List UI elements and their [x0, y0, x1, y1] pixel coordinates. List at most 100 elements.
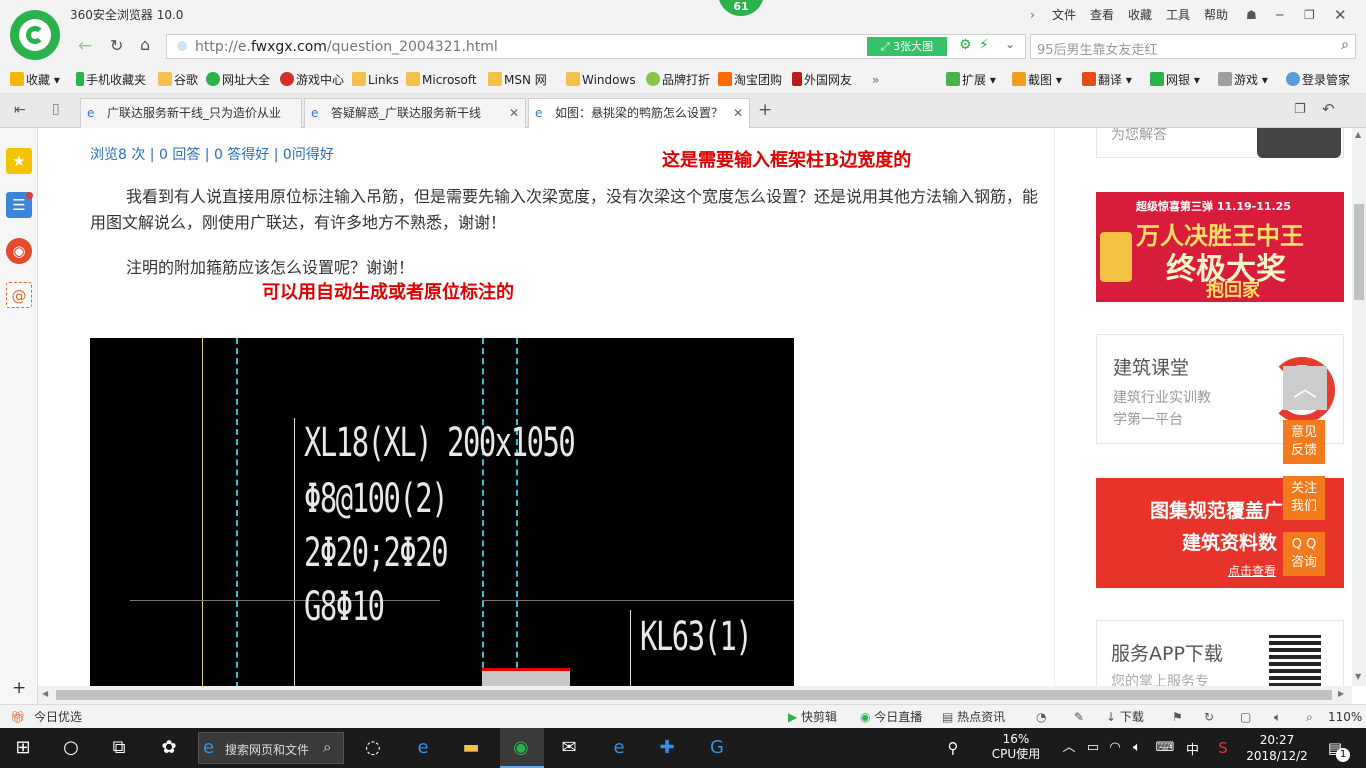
notification-badge[interactable]: 61: [718, 0, 764, 16]
hot-news-item[interactable]: ▤ 热点资讯: [942, 705, 1005, 729]
minimize-button[interactable]: ─: [1276, 0, 1283, 30]
close-tab-icon[interactable]: ✕: [728, 99, 743, 127]
ext-extensions[interactable]: 扩展 ▾: [946, 71, 996, 89]
back-button[interactable]: ←: [78, 36, 92, 56]
fan-app-icon[interactable]: ✿: [156, 736, 182, 760]
bookmark-google[interactable]: 谷歌: [158, 71, 198, 89]
search-box[interactable]: 95后男生靠女友走红 ⌕: [1030, 34, 1356, 59]
new-tab-button[interactable]: +: [758, 100, 772, 120]
bookmark-hao[interactable]: 网址大全: [206, 71, 270, 89]
address-bar[interactable]: http://e.fwxgx.com/question_2004321.html…: [166, 34, 1026, 59]
menu-view[interactable]: 查看: [1090, 0, 1114, 30]
tab-answers[interactable]: e 答疑解惑_广联达服务新干线 ✕: [304, 98, 526, 128]
zoom-level[interactable]: 110%: [1328, 705, 1362, 729]
people-icon[interactable]: ⚲: [940, 736, 966, 760]
scroll-right-arrow-icon[interactable]: ▶: [1338, 689, 1344, 698]
restore-tabs-icon[interactable]: ❐: [1294, 102, 1306, 117]
quick-edit-item[interactable]: ▶ 快剪辑: [788, 705, 837, 729]
tab-list-toggle-icon[interactable]: ⇤: [14, 102, 26, 118]
mail-at-icon[interactable]: @: [6, 282, 32, 308]
more-bookmarks-icon[interactable]: »: [872, 71, 879, 89]
bookmark-game-center[interactable]: 游戏中心: [280, 71, 344, 89]
ime-indicator[interactable]: 中: [1186, 739, 1199, 758]
scroll-left-arrow-icon[interactable]: ◀: [42, 689, 48, 698]
lightning-icon[interactable]: ⚡: [979, 37, 989, 53]
task-view-icon[interactable]: ⧉: [106, 736, 132, 760]
close-button[interactable]: ✕: [1334, 0, 1347, 30]
menu-favorites[interactable]: 收藏: [1128, 0, 1152, 30]
mail-icon[interactable]: ✉: [556, 736, 582, 760]
ext-translate[interactable]: 翻译 ▾: [1082, 71, 1132, 89]
qq-consult-button[interactable]: Q Q 咨询: [1283, 532, 1325, 576]
search-icon[interactable]: ⌕: [1341, 37, 1349, 53]
close-tab-icon[interactable]: ✕: [509, 99, 519, 127]
sogou-icon[interactable]: S: [1210, 736, 1236, 760]
scroll-up-arrow-icon[interactable]: ▲: [1355, 130, 1361, 139]
download-item[interactable]: ↓ 下载: [1106, 705, 1144, 729]
ext-screenshot[interactable]: 截图 ▾: [1012, 71, 1062, 89]
bookmark-msn[interactable]: MSN 网: [488, 71, 547, 89]
home-button[interactable]: ⌂: [140, 35, 150, 54]
live-item[interactable]: ◉ 今日直播: [860, 705, 922, 729]
ext-banking[interactable]: 网银 ▾: [1150, 71, 1200, 89]
refresh-button[interactable]: ↻: [110, 36, 123, 55]
bookmark-mobile[interactable]: 手机收藏夹: [76, 71, 146, 89]
undo-close-icon[interactable]: ↶: [1322, 100, 1335, 118]
plus-app-icon[interactable]: ✚: [654, 736, 680, 760]
weibo-icon[interactable]: ◉: [6, 238, 32, 264]
bookmark-links[interactable]: Links: [352, 71, 399, 89]
flag-icon[interactable]: ⚑: [1172, 705, 1183, 729]
bookmark-favorites[interactable]: 收藏 ▾: [10, 71, 60, 89]
refresh-status-icon[interactable]: ↻: [1204, 705, 1214, 729]
maximize-button[interactable]: ❐: [1304, 0, 1315, 30]
clock[interactable]: 20:27 2018/12/2: [1240, 732, 1314, 764]
big-image-button[interactable]: ⤢ 3张大图: [867, 37, 947, 56]
file-explorer-icon[interactable]: ▬: [458, 736, 484, 760]
windows-start-icon[interactable]: ⊞: [10, 736, 36, 760]
add-sidebar-item-icon[interactable]: +: [12, 678, 26, 698]
bookmark-taobao[interactable]: 淘宝团购: [718, 71, 782, 89]
follow-us-button[interactable]: 关注 我们: [1283, 476, 1325, 520]
vertical-scrollbar[interactable]: ▲ ▼: [1352, 128, 1366, 686]
dropdown-icon[interactable]: ⌄: [1005, 37, 1015, 51]
back-to-top-button[interactable]: ︿: [1283, 366, 1327, 410]
tab-guanglianda[interactable]: e 广联达服务新干线_只为造价从业: [80, 98, 302, 128]
chevron-right-icon[interactable]: ›: [1030, 0, 1035, 30]
bookmark-microsoft[interactable]: Microsoft: [406, 71, 477, 89]
menu-tools[interactable]: 工具: [1166, 0, 1190, 30]
bookmark-brand-discount[interactable]: 品牌打折: [646, 71, 710, 89]
ie-icon[interactable]: e: [410, 736, 436, 760]
horizontal-scroll-thumb[interactable]: [56, 690, 1332, 700]
window-icon[interactable]: ▢: [1240, 705, 1251, 729]
speaker-icon[interactable]: 🔈︎: [1124, 736, 1150, 760]
zoom-icon[interactable]: ⌕: [1306, 705, 1313, 729]
ad-app-download[interactable]: 服务APP下载 您的掌上服务专: [1096, 620, 1344, 686]
ext-games[interactable]: 游戏 ▾: [1218, 71, 1268, 89]
skin-icon[interactable]: ☗: [1246, 0, 1257, 30]
scroll-down-arrow-icon[interactable]: ▼: [1355, 672, 1361, 681]
favorites-star-icon[interactable]: ★: [6, 148, 32, 174]
menu-help[interactable]: 帮助: [1204, 0, 1228, 30]
bookmark-foreign[interactable]: 外国网友: [792, 71, 852, 89]
volume-icon[interactable]: 🔈︎: [1274, 705, 1281, 729]
edge-icon[interactable]: e: [606, 736, 632, 760]
vertical-scroll-thumb[interactable]: [1354, 204, 1364, 300]
atlas-link[interactable]: 点击查看: [1228, 562, 1276, 579]
bookmark-windows[interactable]: Windows: [566, 71, 636, 89]
cortana-icon[interactable]: ○: [58, 736, 84, 760]
accelerate-icon[interactable]: ◔: [1036, 705, 1046, 729]
speed-icon[interactable]: ⚙: [959, 37, 972, 53]
tray-up-icon[interactable]: ︿: [1056, 736, 1082, 760]
tab-history-icon[interactable]: ▯: [52, 101, 60, 117]
pin-icon[interactable]: ✎: [1074, 705, 1084, 729]
menu-file[interactable]: 文件: [1052, 0, 1076, 30]
glodon-icon[interactable]: G: [704, 736, 730, 760]
browser-360-icon[interactable]: ◉: [508, 736, 534, 760]
ad-banner-promo[interactable]: 超级惊喜第三弹 11.19-11.25 万人决胜王中王 终极大奖 抱回家: [1096, 192, 1344, 302]
ad-answer-card[interactable]: 为您解答: [1096, 128, 1344, 158]
tab-question[interactable]: e 如图：悬挑梁的鸭筋怎么设置？ ✕: [528, 98, 750, 128]
notify-app-icon[interactable]: ◌: [360, 736, 386, 760]
feedback-button[interactable]: 意见 反馈: [1283, 420, 1325, 464]
taskbar-search-box[interactable]: e 搜索网页和文件 ⌕: [198, 732, 344, 764]
search-input[interactable]: 95后男生靠女友走红: [1037, 39, 1158, 58]
